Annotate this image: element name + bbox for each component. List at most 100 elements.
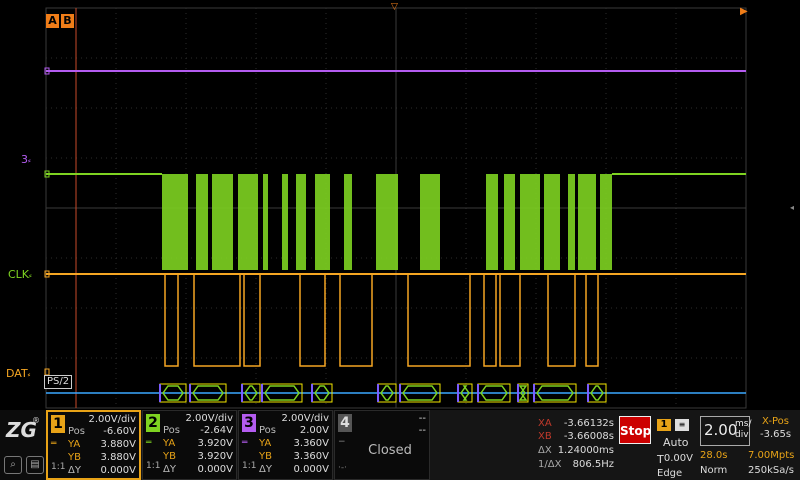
- dc-coupling-icon: ═: [146, 438, 152, 448]
- cursor-b-button[interactable]: B: [61, 14, 74, 28]
- ya-label: YA: [259, 438, 272, 449]
- channel-4-scale-row: --: [355, 413, 426, 424]
- channel-2-probe: 1:1: [146, 461, 161, 471]
- cursor-a-button[interactable]: A: [46, 14, 59, 28]
- dat-pulse: [299, 273, 326, 367]
- channel-2-ya-row: YA 3.920V: [163, 438, 233, 449]
- channel-4-number: 4: [338, 414, 352, 432]
- channel-3-yb: 3.360V: [293, 451, 329, 462]
- channel-1-dy-row: ΔY 0.000V: [68, 465, 136, 476]
- registered-icon: ®: [32, 416, 40, 425]
- acquire-mode: Norm: [700, 465, 728, 476]
- channel-3-scale: 2.00V/div: [281, 413, 329, 424]
- inverse-dx-label: 1/ΔX: [538, 459, 562, 470]
- dat-pulse: [193, 273, 241, 367]
- dat-pulse: [243, 273, 261, 367]
- dy-label: ΔY: [68, 465, 81, 476]
- channel-4-coupling-icon: −: [338, 437, 346, 447]
- channel-1-dy: 0.000V: [100, 465, 136, 476]
- clk-burst: [196, 174, 208, 270]
- dat-pulse: [585, 273, 599, 367]
- pos-label: Pos: [259, 425, 277, 436]
- channel-1-pos: -6.60V: [103, 426, 136, 437]
- trigger-menu-icon: ≡: [675, 419, 689, 431]
- clk-name: CLK: [8, 268, 30, 281]
- channel-2-pos-row: Pos -2.64V: [163, 425, 233, 436]
- time-marker: ▽: [391, 2, 398, 12]
- clk-burst: [376, 174, 398, 270]
- trigger-level: 0.00V: [663, 453, 693, 464]
- clk-burst: [420, 174, 440, 270]
- inverse-dx-value: 806.5Hz: [572, 459, 614, 470]
- yb-label: YB: [68, 452, 81, 463]
- channel-2-yb: 3.920V: [197, 451, 233, 462]
- dat-pulse: [483, 273, 497, 367]
- timebase-unit-top: ms/: [735, 419, 752, 429]
- channel-1-panel[interactable]: 1 2.00V/div Pos -6.60V ═ YA 3.880V YB 3.880…: [46, 410, 141, 480]
- channel-1-yb-row: YB 3.880V: [68, 452, 136, 463]
- channel-3-number: 3: [242, 414, 256, 432]
- channel-3-yb-row: YB 3.360V: [259, 451, 329, 462]
- dat-pulse: [339, 273, 373, 367]
- xa-label: XA: [538, 418, 552, 429]
- channel-4-scale: --: [418, 413, 426, 424]
- ya-label: YA: [163, 438, 176, 449]
- timebase-panel[interactable]: 2.00 ms/ div X-Pos -3.65s 28.0s 7.00Mpts…: [698, 414, 800, 480]
- pos-label: Pos: [163, 425, 181, 436]
- status-bar: ZG ® ⌕ ▤ 1 2.00V/div Pos -6.60V ═ YA 3.880…: [0, 410, 800, 480]
- xpos-label: X-Pos: [762, 416, 789, 427]
- run-stop-button[interactable]: Stop: [619, 416, 651, 444]
- ch3-marker: ⸗: [28, 156, 31, 165]
- timebase-scale-box[interactable]: 2.00 ms/ div: [700, 416, 752, 446]
- cursor-readout[interactable]: XA -3.66132s XB -3.66008s ΔX 1.24000ms 1/ΔX…: [536, 410, 616, 480]
- cursor-selector[interactable]: A B: [46, 14, 74, 28]
- channel-4-panel[interactable]: 4 -- -- − Closed ·-·: [334, 410, 430, 480]
- xpos-value: -3.65s: [760, 429, 792, 440]
- dy-label: ΔY: [259, 464, 272, 475]
- dx-row: ΔX 1.24000ms: [538, 445, 614, 456]
- channel-2-panel[interactable]: 2 2.00V/div Pos -2.64V ═ YA 3.920V YB 3.920…: [142, 410, 237, 480]
- channel-2-ya: 3.920V: [197, 438, 233, 449]
- channel-3-ya-row: YA 3.360V: [259, 438, 329, 449]
- dc-coupling-icon: ═: [242, 438, 248, 448]
- channel-3-name: 3: [21, 153, 28, 166]
- channel-4-probe-icon: ·-·: [338, 463, 347, 473]
- trigger-source: 1: [657, 419, 671, 431]
- display-icon[interactable]: ▤: [26, 456, 44, 474]
- xb-label: XB: [538, 431, 552, 442]
- channel-2-dy-row: ΔY 0.000V: [163, 464, 233, 475]
- dat-pulse: [547, 273, 576, 367]
- trigger-position-marker: ▶: [740, 6, 748, 17]
- channel-2-pos: -2.64V: [200, 425, 233, 436]
- waveform-display[interactable]: [0, 0, 800, 410]
- channel-3-pos: 2.00V: [299, 425, 329, 436]
- screenshot-icon[interactable]: ⌕: [4, 456, 22, 474]
- channel-2-yb-row: YB 3.920V: [163, 451, 233, 462]
- channel-1-probe: 1:1: [51, 462, 66, 472]
- clk-marker: ⸗: [29, 271, 32, 280]
- brand-area: ZG ® ⌕ ▤: [0, 410, 46, 480]
- ya-label: YA: [68, 439, 81, 450]
- dat-label: DAT⸗: [6, 367, 30, 380]
- trigger-mode: Auto: [663, 436, 689, 449]
- clk-label: CLK⸗: [8, 268, 32, 281]
- channel-4-status: Closed: [368, 443, 412, 458]
- channel-3-scale-row: 2.00V/div: [259, 413, 329, 424]
- channel-4-pos: --: [418, 425, 426, 436]
- clk-burst: [568, 174, 575, 270]
- clk-burst: [578, 174, 596, 270]
- clk-burst: [520, 174, 540, 270]
- channel-3-panel[interactable]: 3 2.00V/div Pos 2.00V ═ YA 3.360V YB 3.360V…: [238, 410, 333, 480]
- dx-value: 1.24000ms: [557, 445, 614, 456]
- trigger-panel[interactable]: 1 ≡ Auto T 0.00V Edge: [655, 416, 697, 480]
- timebase-unit-bottom: div: [735, 430, 749, 440]
- dat-pulse: [407, 273, 471, 367]
- side-panel-handle[interactable]: ◂: [790, 203, 794, 212]
- channel-1-yb: 3.880V: [100, 452, 136, 463]
- channel-1-ya: 3.880V: [100, 439, 136, 450]
- pos-label: Pos: [68, 426, 86, 437]
- clk-burst: [296, 174, 306, 270]
- clk-burst: [315, 174, 330, 270]
- channel-3-probe: 1:1: [242, 461, 257, 471]
- memory-depth: 7.00Mpts: [748, 450, 795, 461]
